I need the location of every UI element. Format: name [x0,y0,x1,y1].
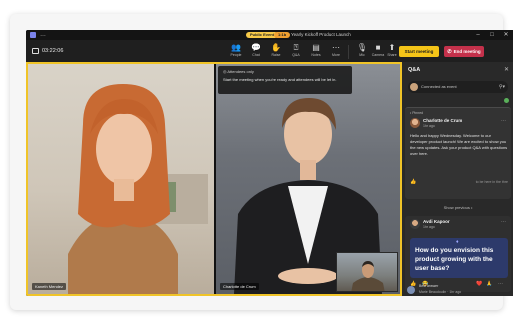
participant-name-left: Kaneth Mendez [32,283,67,290]
maximize-button[interactable]: □ [486,30,498,40]
qa-button[interactable]: ⍰ Q&A [286,43,306,61]
participant-video-left [68,84,208,294]
notice-heading: ◎ Attendees only [223,69,254,74]
best-answer-label: Best answer [419,284,439,288]
self-view-image [351,261,385,291]
post-footer: 👍 to be here in the thre [410,178,508,186]
avatar [407,286,415,294]
self-view-video[interactable] [336,252,398,292]
meeting-timer: 03:22:06 [42,48,64,54]
avatar [410,118,420,128]
participant-name-right: Charlotte de Crum [220,283,259,290]
event-sub-badge: 1:1b [274,32,291,38]
qa-icon: ⍰ [293,43,299,52]
more-icon: ⋯ [332,43,340,52]
reply-hint[interactable]: to be here in the thre [476,178,508,186]
more-button[interactable]: ⋯ More [326,43,346,61]
window-title: Yearly Kickoff Product Launch [291,32,351,37]
end-meeting-button[interactable]: ✆ End meeting [444,46,484,57]
answer-author: Marie Beaudoulin · 1hr ago [419,290,462,294]
close-window-button[interactable]: ✕ [500,30,512,40]
pinned-label: • Pinned [410,111,424,115]
more-icon[interactable]: … [40,31,46,39]
start-meeting-button[interactable]: Start meeting [399,46,439,57]
teams-app-icon [30,32,36,38]
question-card[interactable]: Avdi Kapoor 1hr ago ⋯ ♦ How do you envis… [405,216,511,292]
show-previous-link[interactable]: Show previous • [405,203,511,213]
raise-hand-icon: ✋ [271,43,281,52]
people-button[interactable]: 👥 People [226,43,246,61]
question-text: How do you envision this product growing… [415,247,494,272]
meeting-toolbar: 03:22:06 👥 People 💬 Chat ✋ Raise ⍰ Q&A ▤… [26,40,513,62]
status-dot [504,98,509,103]
close-icon[interactable]: ✕ [504,66,509,74]
chat-icon: 💬 [251,43,261,52]
qa-panel-title: Q&A [408,67,421,73]
people-icon: 👥 [231,43,241,52]
ask-question-input[interactable]: Connected as event ⚲▾ [408,81,508,93]
calendar-icon [32,48,39,54]
teams-window: … Public Event 1:1b Yearly Kickoff Produ… [26,30,513,296]
author-row: Charlotte de Crum 1hr ago ⋯ [410,118,506,130]
notice-body: Start the meeting when you're ready and … [223,77,337,82]
pinned-question-card[interactable]: • Pinned Charlotte de Crum 1hr ago ⋯ Hel… [405,107,511,199]
avatar [410,219,420,229]
participant-tile-left[interactable]: Kaneth Mendez [28,64,214,294]
author-row: Avdi Kapoor 1hr ago ⋯ [410,219,506,231]
qa-panel: Q&A ✕ Connected as event ⚲▾ • Pinned Cha… [402,62,513,296]
ask-placeholder: Connected as event [421,84,457,89]
chat-button[interactable]: 💬 Chat [246,43,266,61]
question-icon: ♦ [456,239,459,245]
filter-icon[interactable]: ⚲▾ [499,81,505,93]
notes-icon: ▤ [312,43,320,52]
post-time: 1hr ago [423,124,435,128]
more-options-icon[interactable]: ⋯ [501,219,506,225]
highlighted-question: ♦ How do you envision this product growi… [410,238,508,278]
minimize-button[interactable]: – [472,30,484,40]
like-icon[interactable]: 👍 [410,178,416,186]
avatar [410,83,418,91]
toolbar-divider [348,45,349,59]
title-bar: … Public Event 1:1b Yearly Kickoff Produ… [26,30,513,40]
phone-icon: ✆ [447,49,452,55]
answer-preview[interactable]: Best answer Marie Beaudoulin · 1hr ago [405,284,511,296]
video-stage: Kaneth Mendez Charlotte de Crum ◎ Attend… [26,62,402,296]
post-time: 1hr ago [423,225,435,229]
post-body: Hello and happy Wednesday. Welcome to ou… [410,133,508,156]
more-options-icon[interactable]: ⋯ [501,118,506,124]
raise-hand-button[interactable]: ✋ Raise [266,43,286,61]
notes-button[interactable]: ▤ Notes [306,43,326,61]
attendees-only-notice: ◎ Attendees only Start the meeting when … [218,66,352,94]
